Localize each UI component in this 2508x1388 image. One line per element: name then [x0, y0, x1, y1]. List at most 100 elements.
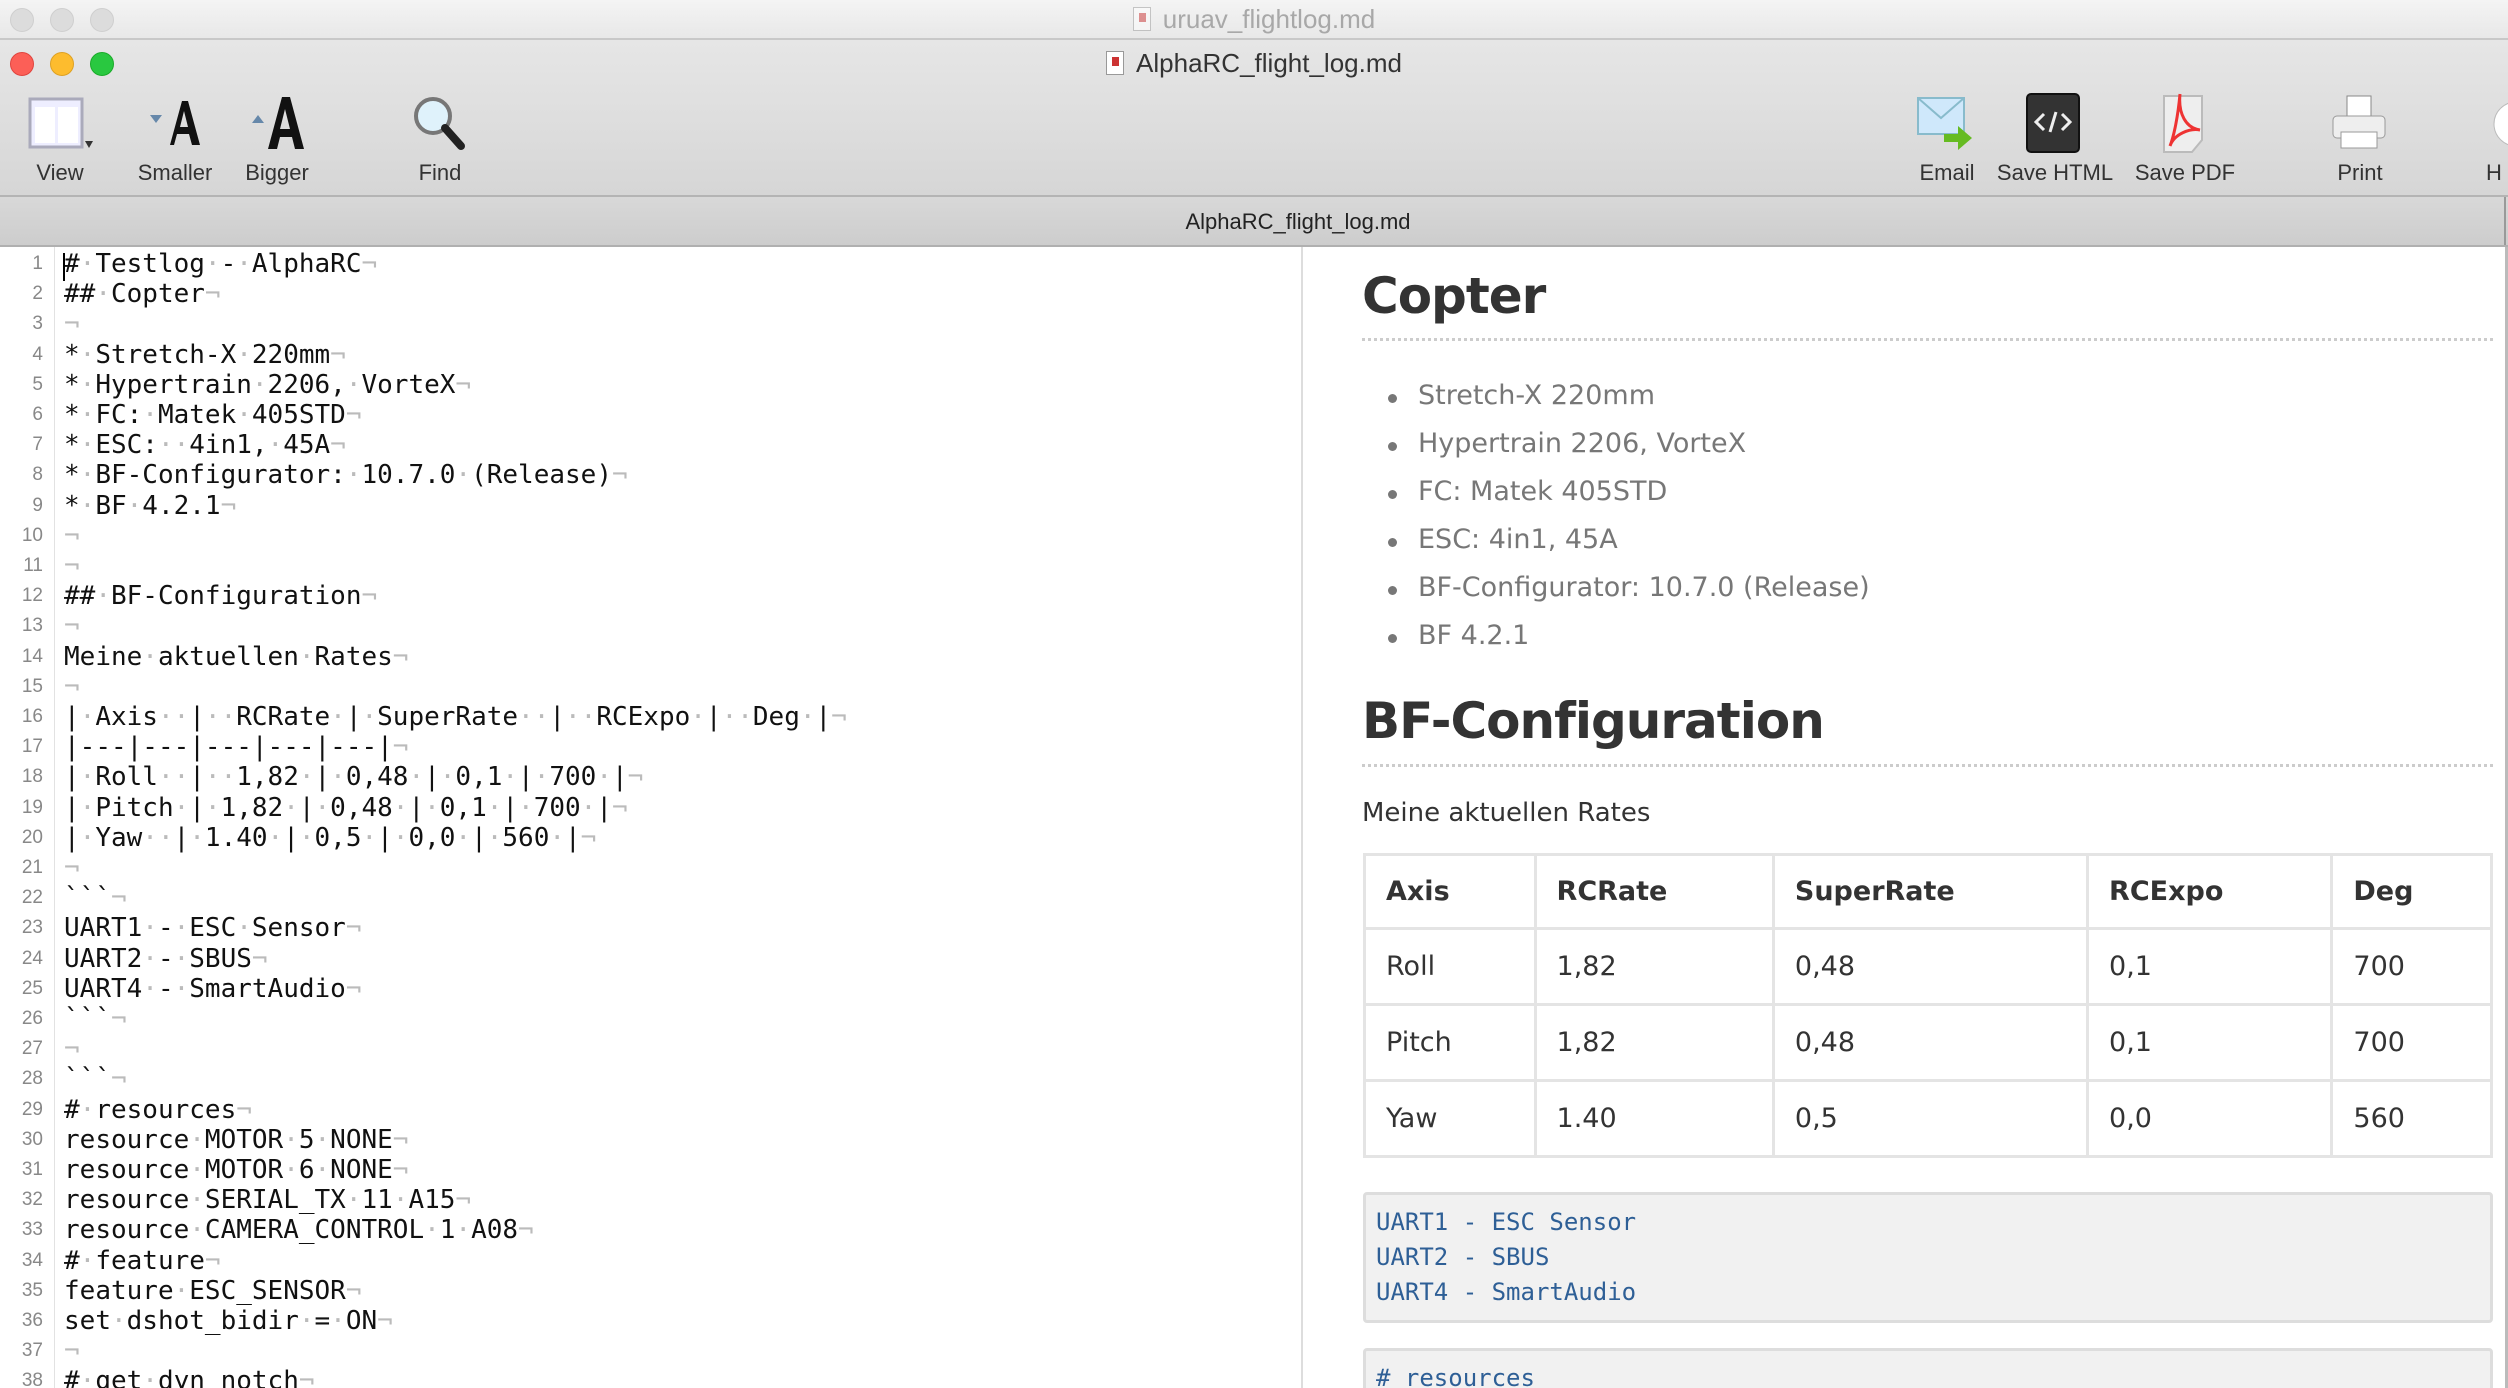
- list-item: FC: Matek 405STD: [1388, 476, 1667, 507]
- newline-marker: ¬: [392, 1124, 409, 1155]
- help-button[interactable]: H: [2486, 90, 2508, 186]
- editor-line[interactable]: resource·MOTOR·5·NONE¬: [64, 1125, 408, 1155]
- table-cell: 1,82: [1533, 1003, 1775, 1082]
- editor-line[interactable]: *·Hypertrain·2206,·VorteX¬: [64, 370, 471, 400]
- editor-line[interactable]: resource·SERIAL_TX·11·A15¬: [64, 1185, 471, 1215]
- editor-line[interactable]: ¬: [64, 1336, 80, 1366]
- line-number: 2: [32, 283, 43, 305]
- editor-line[interactable]: UART4·-·SmartAudio¬: [64, 974, 361, 1004]
- smaller-font-button[interactable]: Smaller: [130, 90, 220, 186]
- editor-line[interactable]: #·feature¬: [64, 1246, 221, 1276]
- editor-line[interactable]: |·Pitch·|·1,82·|·0,48·|·0,1·|·700·|¬: [64, 793, 628, 823]
- editor-line[interactable]: #·resources¬: [64, 1095, 252, 1125]
- editor-line[interactable]: *·BF·4.2.1¬: [64, 491, 236, 521]
- line-number: 31: [21, 1159, 43, 1180]
- help-icon: [2486, 90, 2508, 156]
- newline-marker: ¬: [361, 581, 378, 612]
- save-html-button[interactable]: Save HTML: [1990, 90, 2120, 186]
- editor-line-text: *·BF-Configurator:·10.7.0·(Release): [64, 460, 612, 491]
- editor-line[interactable]: ```¬: [64, 883, 127, 913]
- editor-line[interactable]: UART2·-·SBUS¬: [64, 944, 268, 974]
- background-window-titlebar[interactable]: uruav_flightlog.md: [0, 0, 2508, 40]
- print-button[interactable]: Print: [2320, 90, 2400, 186]
- line-number: 12: [21, 585, 43, 607]
- editor-line[interactable]: #·get·dyn_notch¬: [64, 1366, 315, 1388]
- list-item: Stretch-X 220mm: [1388, 380, 1655, 411]
- newline-marker: ¬: [611, 792, 628, 823]
- editor-line[interactable]: set·dshot_bidir·=·ON¬: [64, 1306, 393, 1336]
- editor-line[interactable]: ¬: [64, 1034, 80, 1064]
- newline-marker: ¬: [330, 339, 346, 370]
- editor-line[interactable]: Meine·aktuellen·Rates¬: [64, 642, 408, 672]
- editor-line[interactable]: ```¬: [64, 1004, 127, 1034]
- newline-marker: ¬: [345, 1275, 362, 1306]
- table-row: Roll 1,82 0,48 0,1 700: [1363, 927, 2493, 1006]
- line-number: 21: [21, 857, 43, 878]
- editor-line-text: UART4·-·SmartAudio: [64, 973, 346, 1004]
- table-cell: 0,48: [1771, 1003, 2090, 1082]
- editor-line[interactable]: *·BF-Configurator:·10.7.0·(Release)¬: [64, 460, 628, 490]
- editor-line[interactable]: *·Stretch-X·220mm¬: [64, 340, 346, 370]
- line-number: 11: [23, 555, 43, 576]
- editor-line-text: ```: [64, 1064, 111, 1095]
- newline-marker: ¬: [580, 822, 597, 853]
- editor-line[interactable]: resource·MOTOR·6·NONE¬: [64, 1155, 408, 1185]
- editor-line[interactable]: ```¬: [64, 1064, 127, 1094]
- view-layout-icon: [20, 90, 100, 156]
- find-button[interactable]: Find: [395, 90, 485, 186]
- editor-line[interactable]: |---|---|---|---|---|¬: [64, 732, 408, 762]
- list-item-text: ESC: 4in1, 45A: [1418, 524, 1618, 555]
- markdown-editor[interactable]: 1 2 3 4 5 6 7 8 9 10 11 12 13 14 15 16 17 18 19 20 21 22 23 24 2…: [0, 247, 1301, 1388]
- newline-marker: ¬: [392, 641, 409, 672]
- editor-line-text: ##·Copter: [64, 279, 205, 310]
- line-number: 5: [32, 373, 43, 395]
- editor-line[interactable]: *·ESC:··4in1,·45A¬: [64, 430, 346, 460]
- line-number: 8: [32, 464, 43, 486]
- line-number: 36: [21, 1310, 43, 1331]
- editor-line[interactable]: UART1·-·ESC·Sensor¬: [64, 913, 361, 943]
- list-item-text: BF 4.2.1: [1418, 620, 1530, 651]
- line-number: 37: [21, 1340, 43, 1362]
- editor-line-text: #·get·dyn_notch: [64, 1366, 299, 1388]
- bigger-font-button[interactable]: Bigger: [232, 90, 322, 186]
- editor-line[interactable]: feature·ESC_SENSOR¬: [64, 1276, 361, 1306]
- editor-line[interactable]: ¬: [64, 672, 80, 702]
- newline-marker: ¬: [64, 611, 80, 642]
- table-header: Axis: [1363, 853, 1537, 930]
- editor-line-text: resource·SERIAL_TX·11·A15: [64, 1185, 456, 1216]
- line-number: 14: [21, 645, 43, 667]
- printer-icon: [2320, 90, 2400, 156]
- editor-line[interactable]: resource·CAMERA_CONTROL·1·A08¬: [64, 1215, 534, 1245]
- line-number: 10: [21, 524, 43, 546]
- html-code-icon: [1990, 90, 2120, 156]
- code-line: UART1 - ESC Sensor: [1376, 1208, 1637, 1236]
- editor-line[interactable]: ¬: [64, 309, 80, 339]
- newline-marker: ¬: [345, 913, 362, 944]
- editor-line-text: *·Hypertrain·2206,·VorteX: [64, 369, 456, 400]
- font-smaller-icon: [130, 90, 220, 156]
- window-toolbar-area: AlphaRC_flight_log.md View Smaller Bigge…: [0, 40, 2508, 197]
- editor-line[interactable]: |·Yaw··|·1.40·|·0,5·|·0,0·|·560·|¬: [64, 823, 596, 853]
- code-block-uart: UART1 - ESC Sensor UART2 - SBUS UART4 - Sm…: [1363, 1192, 2493, 1323]
- save-pdf-button[interactable]: Save PDF: [2125, 90, 2245, 186]
- newline-marker: ¬: [204, 1245, 221, 1276]
- newline-marker: ¬: [518, 1215, 534, 1246]
- newline-marker: ¬: [831, 702, 847, 732]
- editor-line-text: #·feature: [64, 1245, 205, 1276]
- editor-line[interactable]: ¬: [64, 521, 80, 551]
- tab-document[interactable]: AlphaRC_flight_log.md: [0, 209, 2508, 235]
- editor-line[interactable]: ¬: [64, 551, 80, 581]
- editor-line[interactable]: *·FC:·Matek·405STD¬: [64, 400, 361, 430]
- editor-line[interactable]: |·Axis··|··RCRate·|·SuperRate··|··RCExpo…: [64, 702, 847, 732]
- editor-line[interactable]: |·Roll··|··1,82·|·0,48·|·0,1·|·700·|¬: [64, 762, 643, 792]
- editor-line[interactable]: ##·Copter¬: [64, 279, 221, 309]
- view-button[interactable]: View: [20, 90, 100, 186]
- editor-line[interactable]: #·Testlog·-·AlphaRC¬: [64, 249, 377, 279]
- editor-line-text: *·ESC:··4in1,·45A: [64, 430, 331, 461]
- email-button[interactable]: Email: [1907, 90, 1987, 186]
- table-header: RCRate: [1533, 853, 1775, 930]
- editor-line[interactable]: ¬: [64, 853, 80, 883]
- editor-line[interactable]: ##·BF-Configuration¬: [64, 581, 377, 611]
- newline-marker: ¬: [110, 883, 127, 914]
- editor-line[interactable]: ¬: [64, 611, 80, 641]
